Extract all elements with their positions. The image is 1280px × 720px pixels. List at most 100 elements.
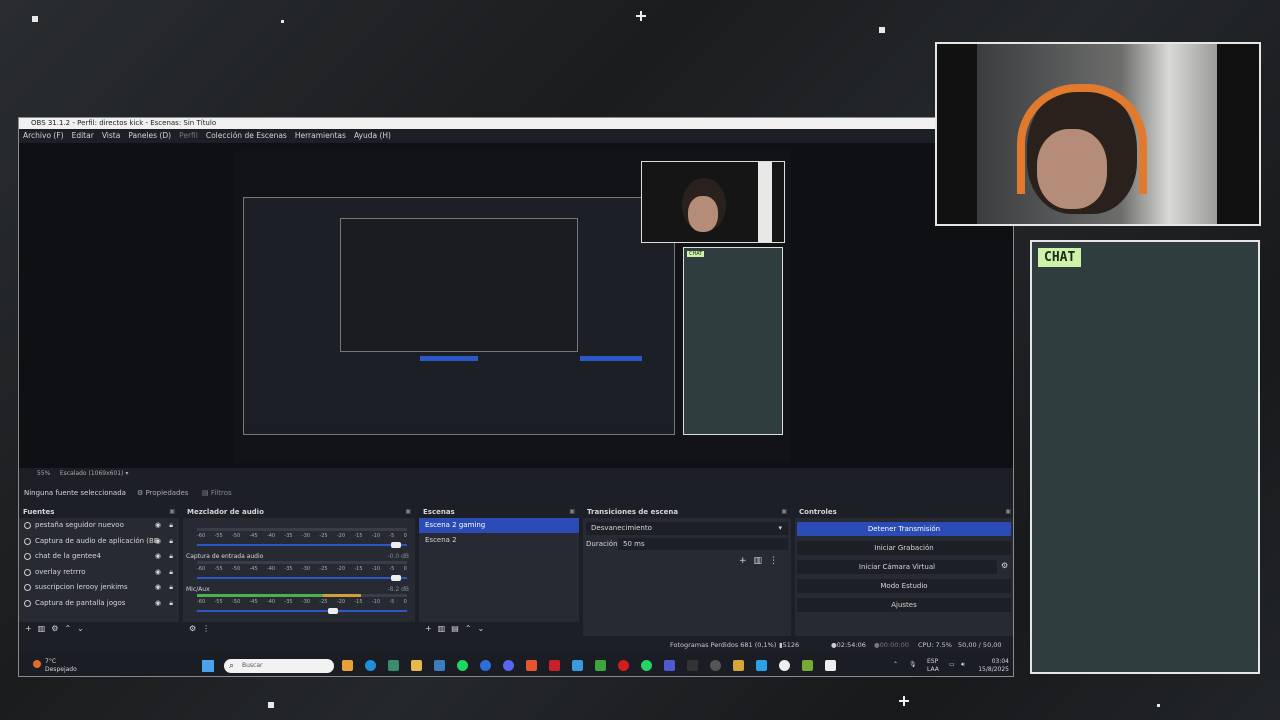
edge-icon[interactable] <box>365 660 376 671</box>
fader-knob[interactable] <box>390 575 401 581</box>
arrow-down-icon[interactable]: ⌄ <box>77 624 90 633</box>
volume-fader[interactable] <box>197 542 407 548</box>
menu-editar[interactable]: Editar <box>72 129 94 143</box>
fader-knob[interactable] <box>390 542 401 548</box>
volume-fader[interactable] <box>197 608 407 614</box>
lock-icon[interactable]: 🔒︎ <box>169 596 173 612</box>
add-icon[interactable]: + <box>425 624 438 633</box>
transition-select[interactable]: Desvanecimiento <box>586 522 788 535</box>
folder-icon[interactable] <box>411 660 422 671</box>
source-item[interactable]: Captura de pantalla jogos ◉ 🔒︎ <box>19 596 179 612</box>
volume-fader[interactable] <box>197 575 407 581</box>
zoom-level[interactable]: 55% <box>37 470 50 477</box>
visibility-icon[interactable]: ◉ <box>155 549 161 565</box>
app-icon[interactable] <box>802 660 813 671</box>
teams-icon[interactable] <box>664 660 675 671</box>
trash-icon[interactable]: ▥ <box>438 624 452 633</box>
source-item[interactable]: pestaña seguidor nuevoo ◉ 🔒︎ <box>19 518 179 534</box>
menu-archivo[interactable]: Archivo (F) <box>23 129 64 143</box>
language-indicator[interactable]: ESP LAA <box>927 658 939 674</box>
menu-paneles[interactable]: Paneles (D) <box>128 129 171 143</box>
gear-icon[interactable]: ⚙ <box>51 624 64 633</box>
menu-bar: Archivo (F) Editar Vista Paneles (D) Per… <box>19 129 1013 143</box>
lock-icon[interactable]: 🔒︎ <box>169 518 173 534</box>
filters-button[interactable]: ▤ Filtros <box>202 486 232 500</box>
start-virtual-camera-button[interactable]: Iniciar Cámara Virtual <box>797 560 997 574</box>
menu-herramientas[interactable]: Herramientas <box>295 129 346 143</box>
chat-label: CHAT <box>1038 248 1082 267</box>
stop-stream-button[interactable]: Detener Transmisión <box>797 522 1011 536</box>
app-icon[interactable] <box>687 660 698 671</box>
volume-icon[interactable]: 🔊︎ <box>961 661 965 669</box>
start-recording-button[interactable]: Iniciar Grabación <box>797 541 1011 555</box>
gear-icon[interactable]: ⚙ <box>189 624 202 633</box>
weather-widget[interactable]: 7°C Despejado <box>45 658 77 674</box>
settings-button[interactable]: Ajustes <box>797 598 1011 612</box>
source-icon <box>24 599 31 607</box>
obs-icon[interactable] <box>710 660 721 671</box>
preview-zoom-bar[interactable]: 55% Escalado (1069x601) ▾ <box>19 468 1013 480</box>
more-icon[interactable]: ⋮ <box>769 556 785 566</box>
more-icon[interactable]: ⋮ <box>202 624 216 633</box>
app-icon[interactable] <box>756 660 767 671</box>
add-icon[interactable]: + <box>25 624 38 633</box>
opera-icon[interactable] <box>618 660 629 671</box>
menu-perfil[interactable]: Perfil <box>179 129 198 143</box>
nested-webcam <box>641 161 785 243</box>
whatsapp-icon[interactable] <box>641 660 652 671</box>
windows-start-icon[interactable] <box>202 660 214 672</box>
arrow-up-icon[interactable]: ⌃ <box>465 624 478 633</box>
app-icon[interactable] <box>342 660 353 671</box>
trash-icon[interactable]: ▥ <box>753 556 769 566</box>
scaling-info[interactable]: Escalado (1069x601) <box>60 470 124 477</box>
chevron-up-icon[interactable]: ⌃ <box>893 661 898 668</box>
lock-icon[interactable]: 🔒︎ <box>169 565 173 581</box>
lock-icon[interactable]: 🔒︎ <box>169 580 173 596</box>
source-item[interactable]: overlay retrrro ◉ 🔒︎ <box>19 565 179 581</box>
lock-icon[interactable]: 🔒︎ <box>169 549 173 565</box>
filter-icon[interactable]: ▤ <box>451 624 465 633</box>
spotify-icon[interactable] <box>457 660 468 671</box>
nested-obs-preview-inner <box>340 218 578 352</box>
app-icon[interactable] <box>779 660 790 671</box>
visibility-icon[interactable]: ◉ <box>155 596 161 612</box>
scene-item[interactable]: Escena 2 <box>419 533 579 548</box>
app-icon[interactable] <box>434 660 445 671</box>
arrow-down-icon[interactable]: ⌄ <box>478 624 491 633</box>
clock[interactable]: 03:04 15/8/2025 <box>978 658 1009 674</box>
scene-item[interactable]: Escena 2 gaming <box>419 518 579 533</box>
add-icon[interactable]: + <box>739 556 754 566</box>
visibility-icon[interactable]: ◉ <box>155 565 161 581</box>
discord-icon[interactable] <box>503 660 514 671</box>
app-icon[interactable] <box>526 660 537 671</box>
virtual-camera-gear-icon[interactable]: ⚙ <box>1001 561 1008 570</box>
lock-icon[interactable]: 🔒︎ <box>169 534 173 550</box>
properties-button[interactable]: ⚙ Propiedades <box>137 486 188 500</box>
fader-knob[interactable] <box>327 608 338 614</box>
app-icon[interactable] <box>480 660 491 671</box>
trash-icon[interactable]: ▥ <box>38 624 52 633</box>
visibility-icon[interactable]: ◉ <box>155 518 161 534</box>
app-icon[interactable] <box>388 660 399 671</box>
source-item[interactable]: suscripcion lerooy jenkims ◉ 🔒︎ <box>19 580 179 596</box>
studio-mode-button[interactable]: Modo Estudio <box>797 579 1011 593</box>
visibility-icon[interactable]: ◉ <box>155 534 161 550</box>
preview-canvas[interactable]: CHAT <box>235 151 791 463</box>
app-icon[interactable] <box>549 660 560 671</box>
menu-vista[interactable]: Vista <box>102 129 121 143</box>
source-item[interactable]: Captura de audio de aplicación (BE ◉ 🔒︎ <box>19 534 179 550</box>
menu-coleccion[interactable]: Colección de Escenas <box>206 129 287 143</box>
menu-ayuda[interactable]: Ayuda (H) <box>354 129 391 143</box>
network-icon[interactable]: ▭ <box>949 661 955 668</box>
arrow-up-icon[interactable]: ⌃ <box>64 624 77 633</box>
duration-input[interactable]: 50 ms <box>618 538 788 550</box>
mic-icon[interactable]: 🎙︎ <box>909 661 917 668</box>
source-item[interactable]: chat de la gentee4 ◉ 🔒︎ <box>19 549 179 565</box>
app-icon[interactable] <box>733 660 744 671</box>
app-icon[interactable] <box>572 660 583 671</box>
app-icon[interactable] <box>825 660 836 671</box>
taskbar-search[interactable]: Buscar <box>224 659 334 673</box>
visibility-icon[interactable]: ◉ <box>155 580 161 596</box>
xbox-icon[interactable] <box>595 660 606 671</box>
preview-area[interactable]: CHAT <box>19 143 1013 468</box>
